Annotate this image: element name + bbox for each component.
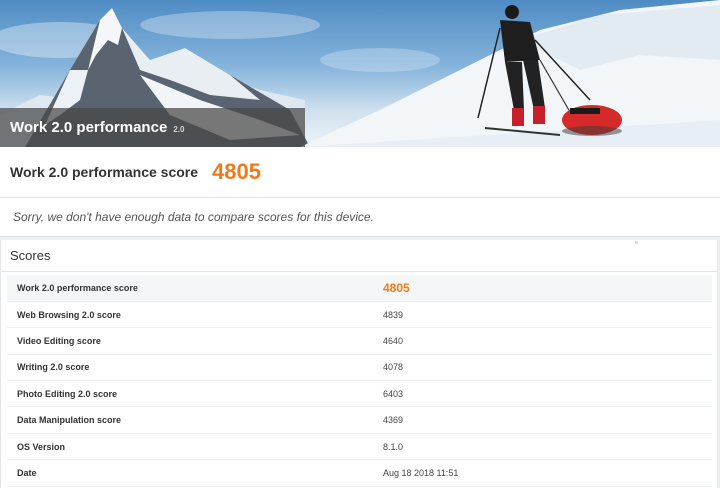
table-row: Video Editing score 4640	[7, 327, 712, 355]
hero-banner: Work 2.0 performance 2.0	[0, 0, 720, 147]
score-header: Work 2.0 performance score 4805	[0, 147, 720, 198]
row-label: Photo Editing 2.0 score	[17, 388, 118, 399]
scores-table: Work 2.0 performance score 4805 Web Brow…	[7, 275, 712, 487]
row-label: Web Browsing 2.0 score	[17, 309, 121, 320]
row-label: Work 2.0 performance score	[17, 282, 138, 293]
table-row: Writing 2.0 score 4078	[7, 354, 712, 381]
row-value: 8.1.0	[383, 441, 404, 452]
row-label: OS Version	[17, 441, 66, 452]
notice-text: Sorry, we don't have enough data to comp…	[13, 210, 374, 224]
row-value: 4369	[383, 415, 404, 426]
scores-heading-label: Scores	[10, 248, 51, 263]
row-label: Writing 2.0 score	[17, 362, 90, 373]
table-row: Photo Editing 2.0 score 6403	[7, 380, 712, 407]
banner-title-bar: Work 2.0 performance 2.0	[0, 108, 305, 147]
comparison-notice: Sorry, we don't have enough data to comp…	[0, 198, 720, 237]
score-header-label: Work 2.0 performance score	[10, 164, 199, 180]
table-row: OS Version 8.1.0	[7, 433, 712, 460]
table-row: Data Manipulation score 4369	[7, 406, 712, 434]
banner-version: 2.0	[173, 125, 185, 134]
row-value: 4805	[383, 280, 410, 295]
row-value: 4839	[383, 309, 404, 320]
decorative-dot	[635, 241, 638, 244]
row-label: Date	[17, 467, 37, 478]
scores-heading: Scores	[1, 240, 717, 272]
scores-card: Scores Work 2.0 performance score 4805 W…	[0, 240, 717, 488]
row-value: 6403	[383, 388, 404, 399]
overall-score-value: 4805	[212, 159, 261, 184]
row-value: 4078	[383, 362, 404, 373]
row-value: Aug 18 2018 11:51	[383, 467, 459, 478]
sled	[562, 105, 622, 136]
table-row: Work 2.0 performance score 4805	[7, 275, 712, 302]
table-row: Web Browsing 2.0 score 4839	[7, 301, 712, 328]
row-label: Video Editing score	[17, 335, 101, 346]
table-row: Date Aug 18 2018 11:51	[7, 459, 712, 487]
banner-title: Work 2.0 performance	[10, 119, 168, 136]
row-label: Data Manipulation score	[17, 415, 122, 426]
row-value: 4640	[383, 335, 404, 346]
